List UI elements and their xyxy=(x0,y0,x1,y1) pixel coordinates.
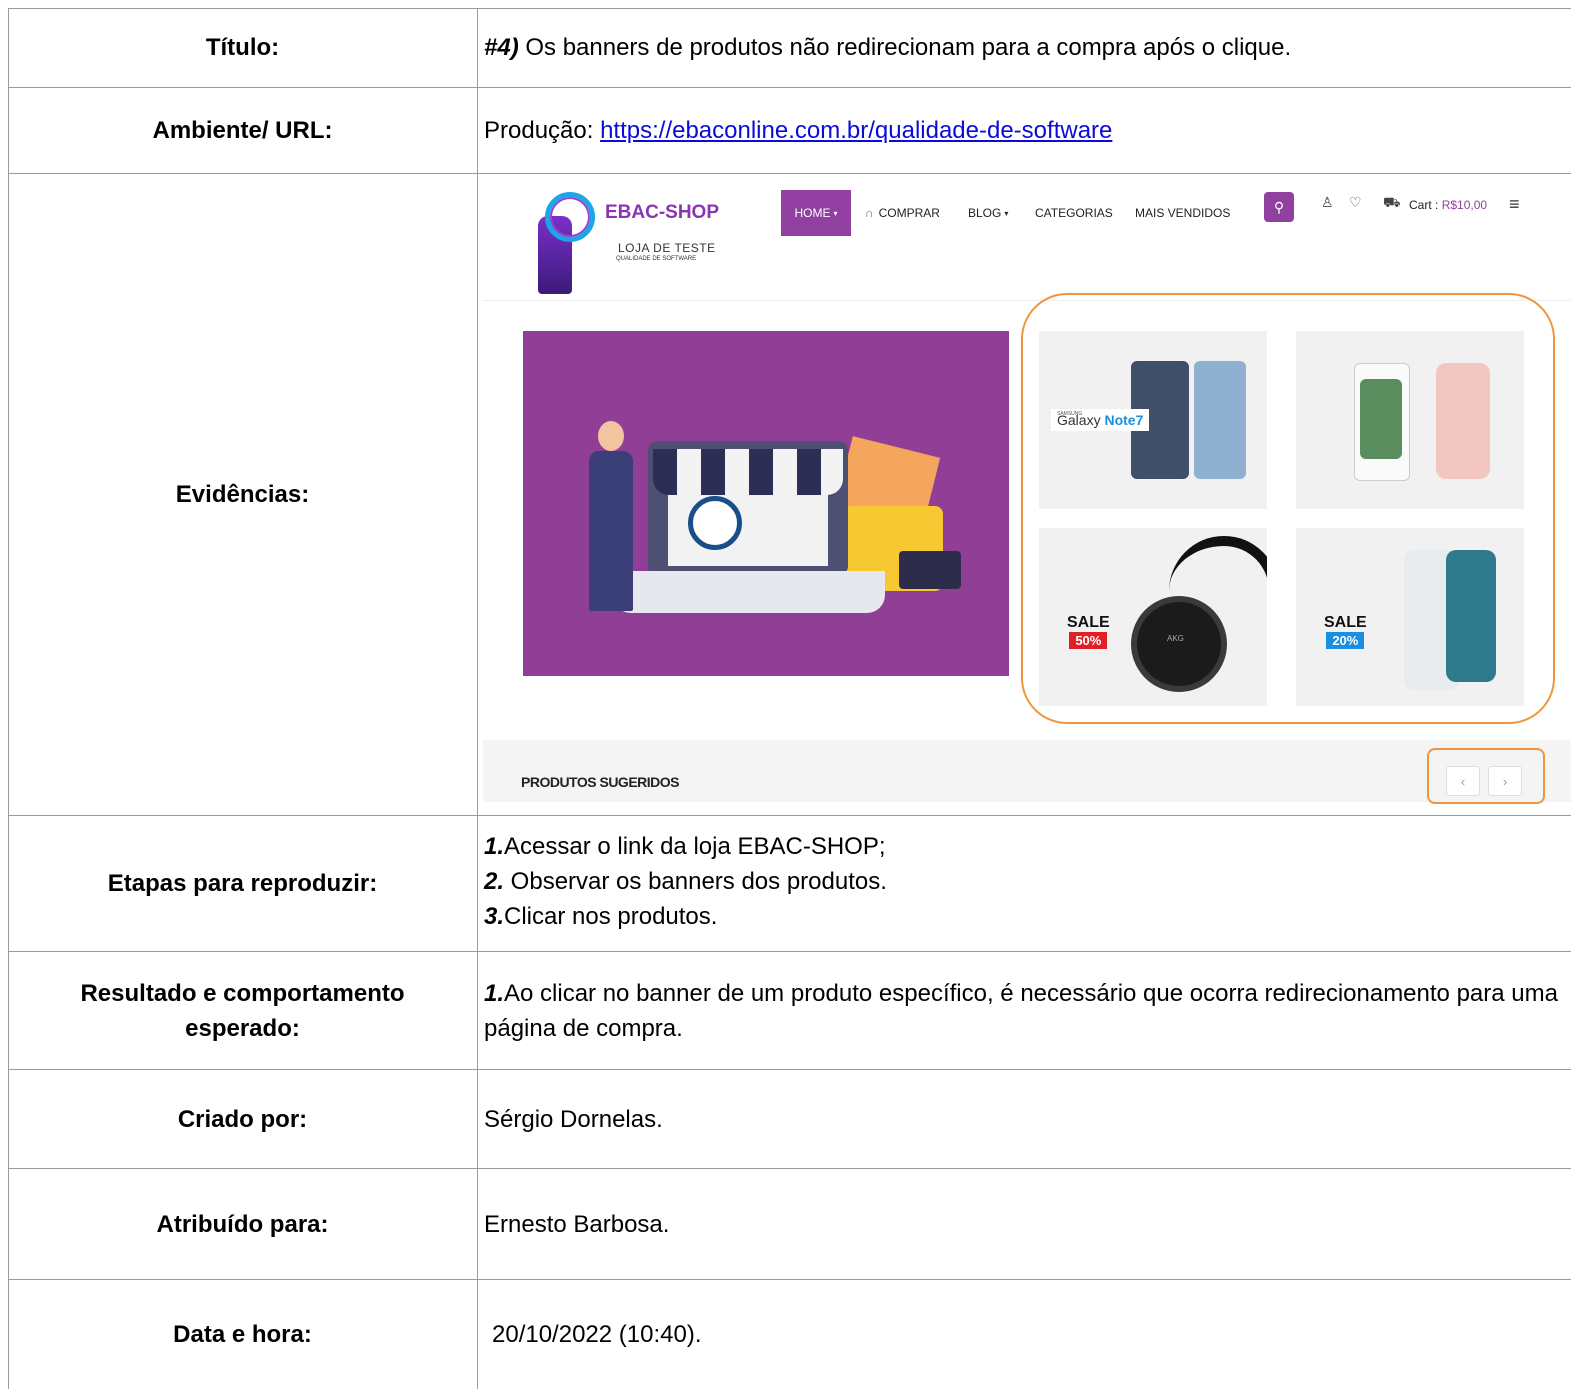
nav-categorias[interactable]: CATEGORIAS xyxy=(1035,190,1113,236)
search-icon: ⚲ xyxy=(1273,198,1285,215)
nav-mais-vendidos-label: MAIS VENDIDOS xyxy=(1135,206,1231,220)
nav-comprar-label: COMPRAR xyxy=(878,206,940,220)
created-by-label: Criado por: xyxy=(177,1105,308,1133)
datetime-label: Data e hora: xyxy=(173,1321,312,1348)
nav-categorias-label: CATEGORIAS xyxy=(1035,206,1113,220)
search-button[interactable]: ⚲ xyxy=(1264,192,1294,222)
product-banner-pixel[interactable]: SALE 20% xyxy=(1296,528,1524,706)
product-banner-galaxy[interactable]: Galaxy Note7 SAMSUNG xyxy=(1039,331,1267,509)
bug-title: Os banners de produtos não redirecionam … xyxy=(518,34,1292,61)
suggested-products-title: PRODUTOS SUGERIDOS xyxy=(521,774,680,790)
step-text: Acessar o link da loja EBAC-SHOP; xyxy=(504,833,886,860)
nav-blog[interactable]: BLOG ▾ xyxy=(968,190,1008,236)
wishlist-icon[interactable]: ♡ xyxy=(1349,194,1362,211)
environment-label: Ambiente/ URL: xyxy=(152,117,333,144)
phone-screen-image xyxy=(1360,379,1402,459)
step-text: Clicar nos produtos. xyxy=(504,903,718,930)
arrows-highlight xyxy=(1427,748,1545,804)
phone-back-image xyxy=(1194,361,1246,479)
assigned-to-label: Atribuído para: xyxy=(156,1210,329,1238)
chevron-down-icon: ▾ xyxy=(1004,208,1009,218)
evidence-screenshot: EBAC-SHOP LOJA DE TESTE QUALIDADE DE SOF… xyxy=(483,176,1571,814)
sale-word: SALE xyxy=(1324,614,1367,631)
prev-arrow-button[interactable]: ‹ xyxy=(1446,766,1480,796)
sale-percent: 50% xyxy=(1069,632,1108,649)
chevron-down-icon: ▾ xyxy=(833,208,838,218)
promo-banner[interactable] xyxy=(523,331,1009,676)
column-divider xyxy=(477,8,478,1389)
cart-value: R$10,00 xyxy=(1441,198,1488,212)
sale-percent: 20% xyxy=(1326,632,1365,649)
ebac-logo-icon xyxy=(688,496,742,550)
cart-label-text: Cart : xyxy=(1409,198,1439,212)
title-value: #4) Os banners de produtos não redirecio… xyxy=(484,8,1571,87)
awning-illustration xyxy=(653,449,843,495)
sale-word: SALE xyxy=(1067,614,1110,631)
nav-mais-vendidos[interactable]: MAIS VENDIDOS xyxy=(1135,190,1230,236)
person-head-illustration xyxy=(598,421,624,451)
galaxy-brand: SAMSUNG xyxy=(1057,411,1083,417)
bug-id: #4) xyxy=(484,34,519,61)
cart-total[interactable]: Cart : R$10,00 xyxy=(1409,198,1487,212)
steps-label: Etapas para reproduzir: xyxy=(107,870,378,897)
cart-icon[interactable]: ⛟ xyxy=(1383,194,1401,213)
credit-card-illustration xyxy=(899,551,961,589)
nav-home-button[interactable]: HOME ▾ xyxy=(781,190,851,236)
headset-icon: ∩ xyxy=(865,206,874,220)
step-text: Observar os banners dos produtos. xyxy=(504,868,887,895)
phone-screen-image xyxy=(1446,550,1496,682)
chevron-left-icon: ‹ xyxy=(1460,773,1466,789)
step-item: 2. Observar os banners dos produtos. xyxy=(484,864,1571,899)
assigned-to-value: Ernesto Barbosa. xyxy=(484,1210,670,1238)
hamburger-menu-icon[interactable]: ≡ xyxy=(1509,194,1520,215)
sale-badge: SALE 20% xyxy=(1324,614,1367,650)
suggested-products-bar xyxy=(483,740,1571,802)
steps-value: 1.Acessar o link da loja EBAC-SHOP; 2. O… xyxy=(484,816,1571,951)
nav-blog-label: BLOG xyxy=(968,206,1002,220)
environment-value: Produção: https://ebaconline.com.br/qual… xyxy=(484,88,1571,173)
environment-url-link[interactable]: https://ebaconline.com.br/qualidade-de-s… xyxy=(600,113,1112,148)
logo-circle-icon xyxy=(545,192,595,242)
nav-comprar[interactable]: ∩ COMPRAR xyxy=(865,190,940,236)
expected-number: 1. xyxy=(484,980,505,1007)
step-number: 2. xyxy=(484,868,505,895)
product-banner-headphone[interactable]: AKG SALE 50% xyxy=(1039,528,1267,706)
shop-brand-subtitle: LOJA DE TESTE xyxy=(618,241,716,255)
laptop-base-illustration xyxy=(613,571,885,613)
created-by-value: Sérgio Dornelas. xyxy=(484,1105,663,1133)
environment-prefix: Produção: xyxy=(484,117,601,144)
headphone-image: AKG xyxy=(1131,596,1227,692)
step-item: 3.Clicar nos produtos. xyxy=(484,899,1571,934)
galaxy-model: Note7 xyxy=(1104,412,1144,428)
expected-label: Resultado e comportamento esperado: xyxy=(80,979,405,1042)
step-number: 3. xyxy=(484,903,505,930)
expected-value: 1.Ao clicar no banner de um produto espe… xyxy=(484,952,1571,1069)
chevron-right-icon: › xyxy=(1502,773,1508,789)
product-banner-iphone[interactable] xyxy=(1296,331,1524,509)
nav-home-label: HOME xyxy=(794,206,831,220)
headphone-brand: AKG xyxy=(1167,634,1184,643)
sale-badge: SALE 50% xyxy=(1067,614,1110,650)
step-item: 1.Acessar o link da loja EBAC-SHOP; xyxy=(484,829,1571,864)
datetime-value: 20/10/2022 (10:40). xyxy=(492,1321,702,1348)
title-label: Título: xyxy=(205,34,280,61)
expected-text: Ao clicar no banner de um produto especí… xyxy=(484,980,1558,1042)
evidence-label: Evidências: xyxy=(175,481,310,508)
shop-brand-tagline: QUALIDADE DE SOFTWARE xyxy=(616,256,697,262)
next-arrow-button[interactable]: › xyxy=(1488,766,1522,796)
phone-back-image xyxy=(1436,363,1490,479)
user-icon[interactable]: ♙ xyxy=(1321,194,1334,211)
shop-brand: EBAC-SHOP xyxy=(605,202,720,223)
step-number: 1. xyxy=(484,833,505,860)
person-body-illustration xyxy=(589,451,633,611)
